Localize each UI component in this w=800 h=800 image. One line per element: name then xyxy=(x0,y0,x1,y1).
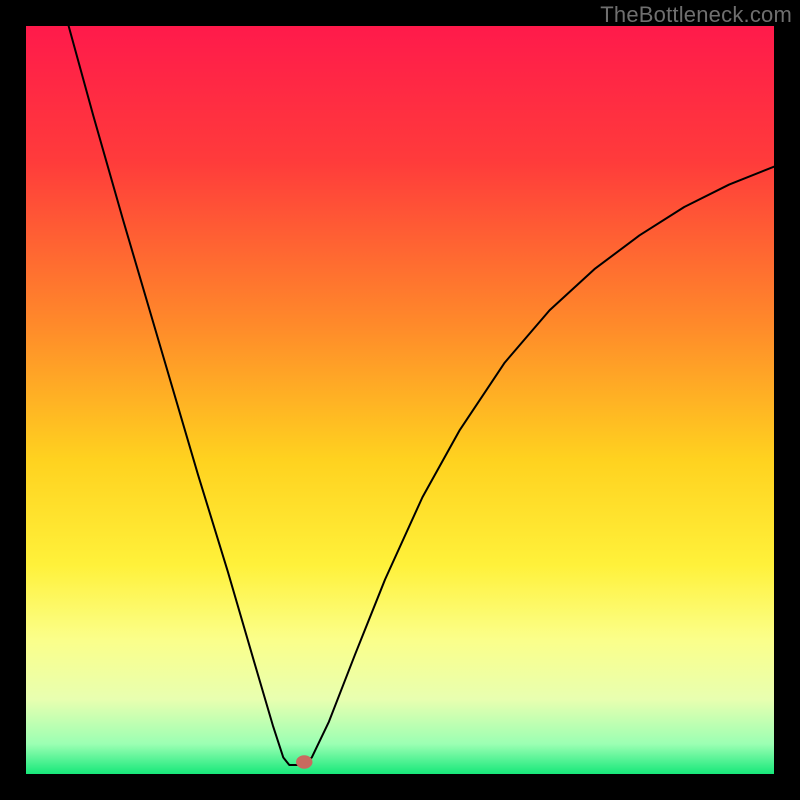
bottleneck-chart xyxy=(26,26,774,774)
chart-frame: TheBottleneck.com xyxy=(0,0,800,800)
gradient-background xyxy=(26,26,774,774)
optimal-marker xyxy=(296,755,312,768)
plot-area xyxy=(26,26,774,774)
watermark-text: TheBottleneck.com xyxy=(600,2,792,28)
